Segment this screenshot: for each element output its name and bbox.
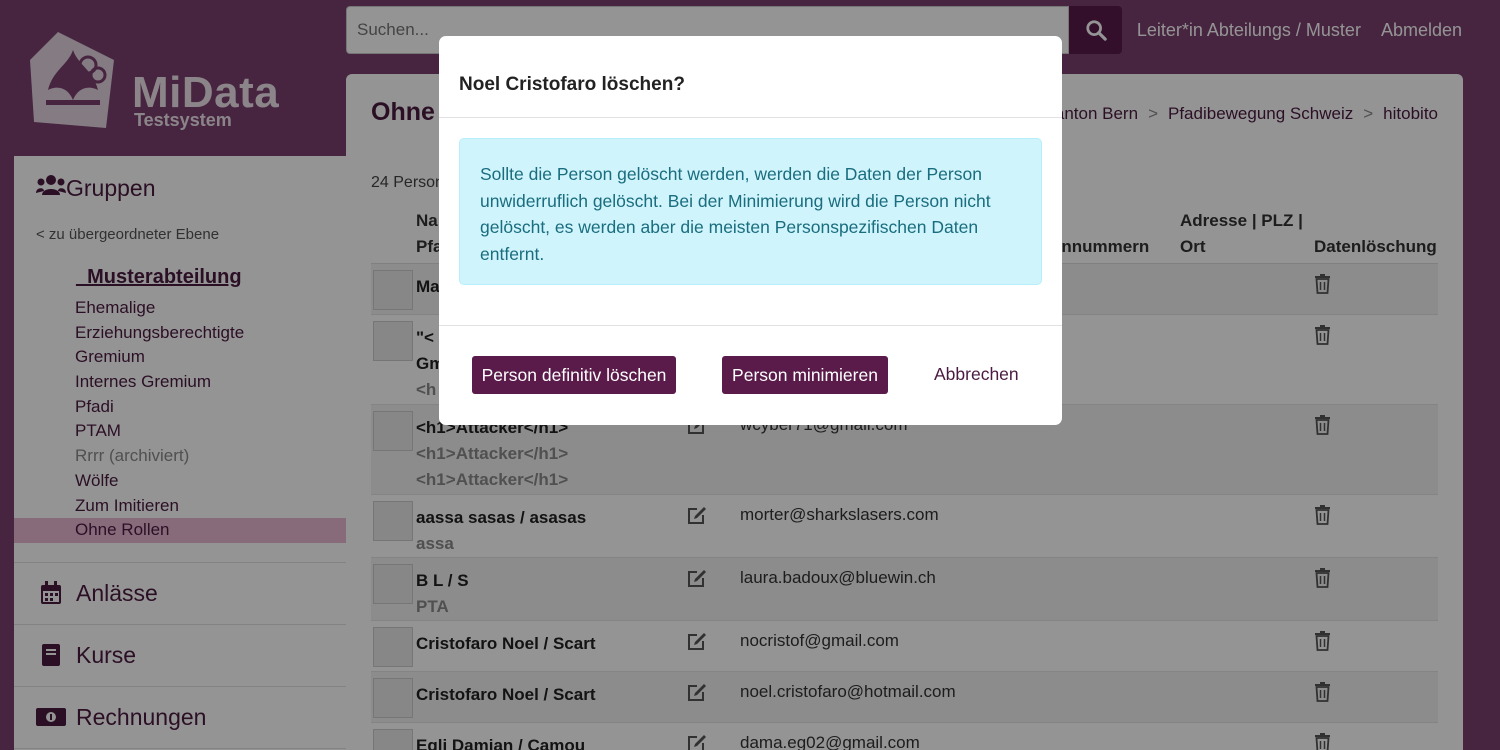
minimize-person-button[interactable]: Person minimieren [722,356,888,394]
cancel-link[interactable]: Abbrechen [934,364,1019,385]
dialog-divider [439,325,1062,326]
dialog-info-alert: Sollte die Person gelöscht werden, werde… [459,138,1042,285]
delete-person-dialog: Noel Cristofaro löschen? Sollte die Pers… [439,36,1062,425]
delete-person-button[interactable]: Person definitiv löschen [472,356,676,394]
dialog-divider [439,117,1062,118]
dialog-title: Noel Cristofaro löschen? [459,74,685,95]
